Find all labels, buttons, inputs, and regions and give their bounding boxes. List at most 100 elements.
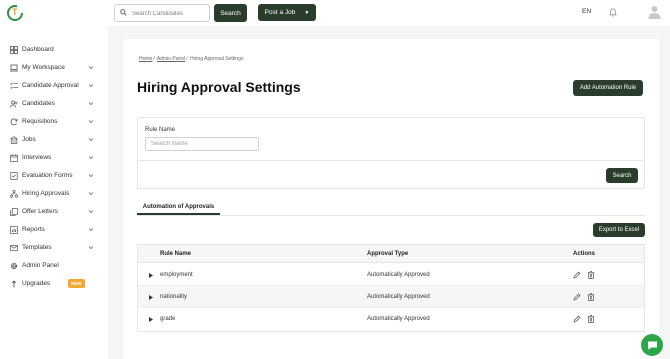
breadcrumb-separator: / — [186, 56, 188, 62]
sidebar-item-jobs[interactable]: Jobs — [0, 132, 108, 148]
chevron-down-icon — [88, 66, 94, 70]
refresh-icon — [10, 118, 18, 126]
sidebar-item-hiring-approvals[interactable]: Hiring Approvals — [0, 186, 108, 202]
rule-name-cell: employment — [160, 272, 193, 278]
sidebar-item-reports[interactable]: Reports — [0, 222, 108, 238]
sidebar-item-admin-panel[interactable]: Admin Panel — [0, 258, 108, 274]
checklist-icon — [10, 82, 18, 89]
chevron-down-icon — [88, 120, 94, 124]
rule-name-cell: grade — [160, 316, 176, 322]
sidebar-item-label: Offer Letters — [22, 208, 59, 215]
chevron-down-icon — [88, 156, 94, 160]
sidebar-item-label: Candidates — [22, 100, 55, 107]
sidebar-item-interviews[interactable]: Interviews — [0, 150, 108, 166]
form-icon — [10, 172, 18, 180]
sidebar-item-label: Admin Panel — [22, 262, 59, 269]
search-icon — [120, 9, 127, 16]
sidebar-item-label: Candidate Approval — [22, 82, 79, 89]
chevron-down-icon — [88, 174, 94, 178]
filter-search-button[interactable]: Search — [606, 168, 638, 183]
app-logo-icon[interactable]: T — [7, 5, 24, 21]
hierarchy-icon — [10, 190, 18, 198]
calendar-icon — [10, 154, 18, 162]
chevron-down-icon — [88, 210, 94, 214]
sidebar-item-offer-letters[interactable]: Offer Letters — [0, 204, 108, 220]
mail-icon — [10, 245, 18, 251]
approval-type-cell: Automatically Approved — [367, 316, 430, 322]
avatar-icon[interactable] — [648, 5, 661, 19]
sidebar-item-label: Dashboard — [22, 46, 54, 53]
search-candidates-input[interactable] — [132, 7, 207, 20]
language-selector[interactable]: EN — [582, 8, 591, 15]
chart-icon — [10, 226, 18, 234]
sidebar-item-candidates[interactable]: Candidates — [0, 96, 108, 112]
caret-right-icon[interactable] — [149, 273, 153, 278]
add-automation-rule-button[interactable]: Add Automation Rule — [573, 80, 643, 96]
breadcrumb-home-link[interactable]: Home — [139, 56, 152, 62]
chevron-down-icon: ▼ — [304, 9, 310, 16]
dashboard-icon — [10, 46, 18, 54]
rule-name-cell: nationality — [160, 294, 188, 300]
sidebar-item-label: My Workspace — [22, 64, 65, 71]
table-header: Rule Name Approval Type Actions — [138, 245, 644, 263]
candidate-search — [114, 4, 210, 22]
edit-pencil-icon[interactable] — [573, 293, 581, 301]
post-job-button[interactable]: Post a Job ▼ — [258, 4, 316, 21]
sidebar-item-label: Reports — [22, 226, 45, 233]
rule-name-label: Rule Name — [145, 127, 176, 133]
breadcrumb-admin-link[interactable]: Admin Panel — [157, 56, 185, 62]
caret-right-icon[interactable] — [149, 295, 153, 300]
chevron-down-icon — [88, 138, 94, 142]
approval-type-cell: Automatically Approved — [367, 294, 430, 300]
sidebar: Dashboard My Workspace Candidate Approva… — [0, 26, 108, 359]
logo-letter: T — [12, 7, 18, 17]
approval-type-cell: Automatically Approved — [367, 272, 430, 278]
sidebar-item-label: Hiring Approvals — [22, 190, 70, 197]
table-row[interactable]: employment Automatically Approved — [138, 264, 644, 286]
sidebar-item-templates[interactable]: Templates — [0, 240, 108, 256]
chevron-down-icon — [88, 228, 94, 232]
gear-icon — [10, 262, 18, 270]
sidebar-item-label: Templates — [22, 244, 52, 251]
tab-automation-of-approvals[interactable]: Automation of Approvals — [137, 200, 220, 215]
divider — [138, 160, 644, 161]
chevron-down-icon — [88, 84, 94, 88]
sidebar-item-label: Requisitions — [22, 118, 58, 125]
table-row[interactable]: nationality Automatically Approved — [138, 286, 644, 308]
chat-button[interactable] — [641, 334, 663, 356]
sidebar-item-upgrades[interactable]: Upgrades NEW — [0, 276, 108, 292]
sidebar-item-my-workspace[interactable]: My Workspace — [0, 60, 108, 76]
edit-pencil-icon[interactable] — [573, 271, 581, 279]
sidebar-item-candidate-approval[interactable]: Candidate Approval — [0, 78, 108, 94]
trash-icon[interactable] — [587, 271, 595, 279]
chevron-down-icon — [88, 192, 94, 196]
top-bar: T Search Post a Job ▼ EN — [0, 0, 670, 26]
rule-name-input[interactable] — [145, 137, 259, 151]
sidebar-item-label: Evaluation Forms — [22, 172, 73, 179]
table-row[interactable]: grade Automatically Approved — [138, 308, 644, 330]
chevron-down-icon — [88, 102, 94, 106]
top-search-button[interactable]: Search — [214, 4, 247, 22]
breadcrumb-separator: / — [153, 56, 155, 62]
people-icon — [10, 100, 18, 108]
tab-divider — [137, 215, 645, 216]
sidebar-item-dashboard[interactable]: Dashboard — [0, 42, 108, 58]
page-title: Hiring Approval Settings — [137, 79, 301, 95]
breadcrumb-current: Hiring Approval Settings — [190, 56, 244, 62]
export-to-excel-button[interactable]: Export to Excel — [593, 223, 645, 237]
edit-pencil-icon[interactable] — [573, 315, 581, 323]
column-header-approval-type: Approval Type — [367, 251, 409, 257]
column-header-actions: Actions — [573, 251, 596, 257]
sidebar-item-evaluation-forms[interactable]: Evaluation Forms — [0, 168, 108, 184]
bell-icon[interactable] — [609, 8, 617, 17]
sidebar-item-requisitions[interactable]: Requisitions — [0, 114, 108, 130]
rules-table: Rule Name Approval Type Actions employme… — [137, 244, 645, 332]
trash-icon[interactable] — [587, 293, 595, 301]
breadcrumb: Home/ Admin Panel/ Hiring Approval Setti… — [139, 56, 243, 62]
column-header-rule-name: Rule Name — [160, 251, 192, 257]
caret-right-icon[interactable] — [149, 317, 153, 322]
trash-icon[interactable] — [587, 315, 595, 323]
upgrade-icon — [11, 280, 17, 288]
sidebar-item-label: Jobs — [22, 136, 36, 143]
post-job-label: Post a Job — [264, 9, 296, 16]
